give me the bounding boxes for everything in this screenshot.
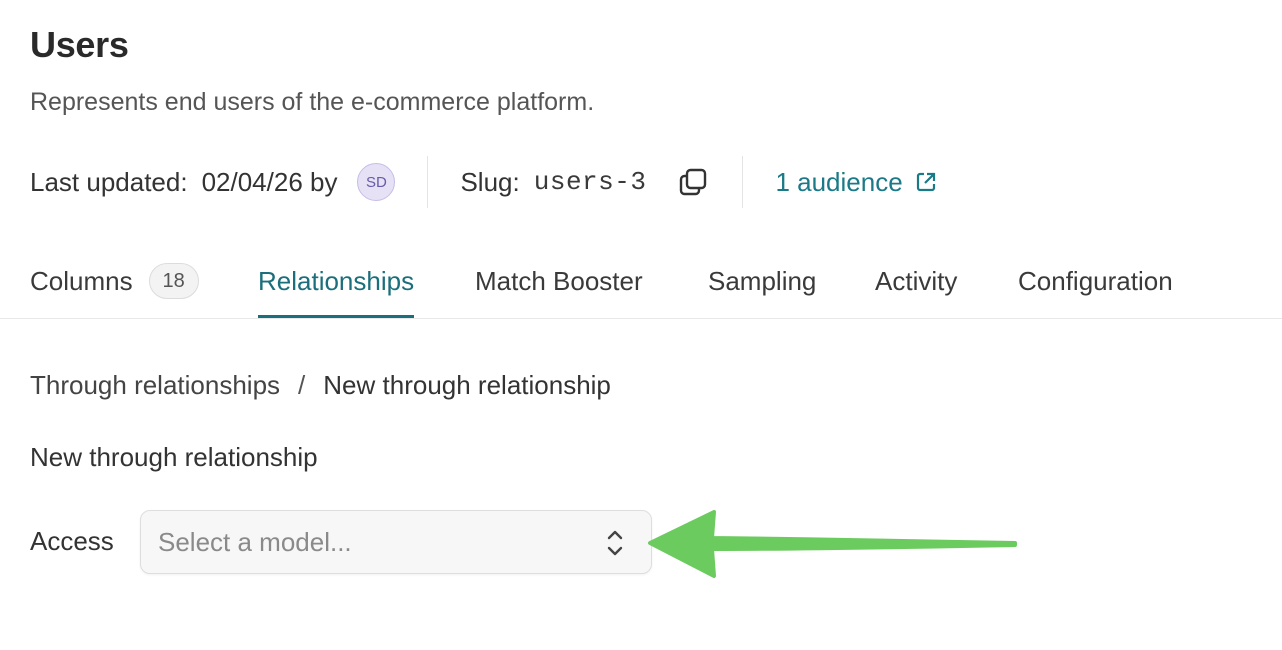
copy-icon xyxy=(680,168,707,196)
divider xyxy=(742,156,744,208)
model-select-placeholder: Select a model... xyxy=(158,526,352,557)
audience-link[interactable]: 1 audience xyxy=(775,167,936,198)
tab-label: Columns xyxy=(30,265,133,296)
breadcrumb: Through relationships / New through rela… xyxy=(30,370,611,401)
page: Users Represents end users of the e-comm… xyxy=(0,0,1282,650)
tab-label: Match Booster xyxy=(475,265,643,296)
tab-bar: Columns 18 Relationships Match Booster S… xyxy=(0,244,1282,319)
breadcrumb-parent-link[interactable]: Through relationships xyxy=(30,370,280,401)
audience-link-label: 1 audience xyxy=(775,166,903,197)
tab-activity[interactable]: Activity xyxy=(875,244,957,318)
breadcrumb-separator: / xyxy=(298,370,306,400)
external-link-icon xyxy=(915,171,937,193)
tab-columns[interactable]: Columns 18 xyxy=(30,244,199,318)
access-label: Access xyxy=(30,526,114,556)
tab-relationships[interactable]: Relationships xyxy=(258,244,415,318)
slug-label: Slug: xyxy=(460,166,520,197)
columns-count-badge: 18 xyxy=(148,263,199,299)
page-description: Represents end users of the e-commerce p… xyxy=(30,88,595,116)
divider xyxy=(427,156,429,208)
last-updated-label: Last updated: xyxy=(30,166,188,197)
avatar[interactable]: SD xyxy=(357,163,396,201)
page-title: Users xyxy=(30,24,129,65)
tab-label: Configuration xyxy=(1018,265,1173,296)
tab-label: Relationships xyxy=(258,265,415,296)
last-updated-date: 02/04/26 by xyxy=(201,166,338,197)
section-title: New through relationship xyxy=(30,442,318,472)
tab-label: Sampling xyxy=(708,265,817,296)
tab-sampling[interactable]: Sampling xyxy=(708,244,816,318)
tab-match-booster[interactable]: Match Booster xyxy=(475,244,643,318)
meta-row: Last updated: 02/04/26 by SD Slug: users… xyxy=(30,156,937,208)
tab-configuration[interactable]: Configuration xyxy=(1018,244,1173,318)
tab-label: Activity xyxy=(875,265,958,296)
breadcrumb-current: New through relationship xyxy=(323,370,611,400)
chevron-up-down-icon xyxy=(603,527,627,559)
slug-value: users-3 xyxy=(533,167,647,197)
model-select[interactable]: Select a model... xyxy=(140,510,652,574)
copy-slug-button[interactable] xyxy=(676,165,710,199)
